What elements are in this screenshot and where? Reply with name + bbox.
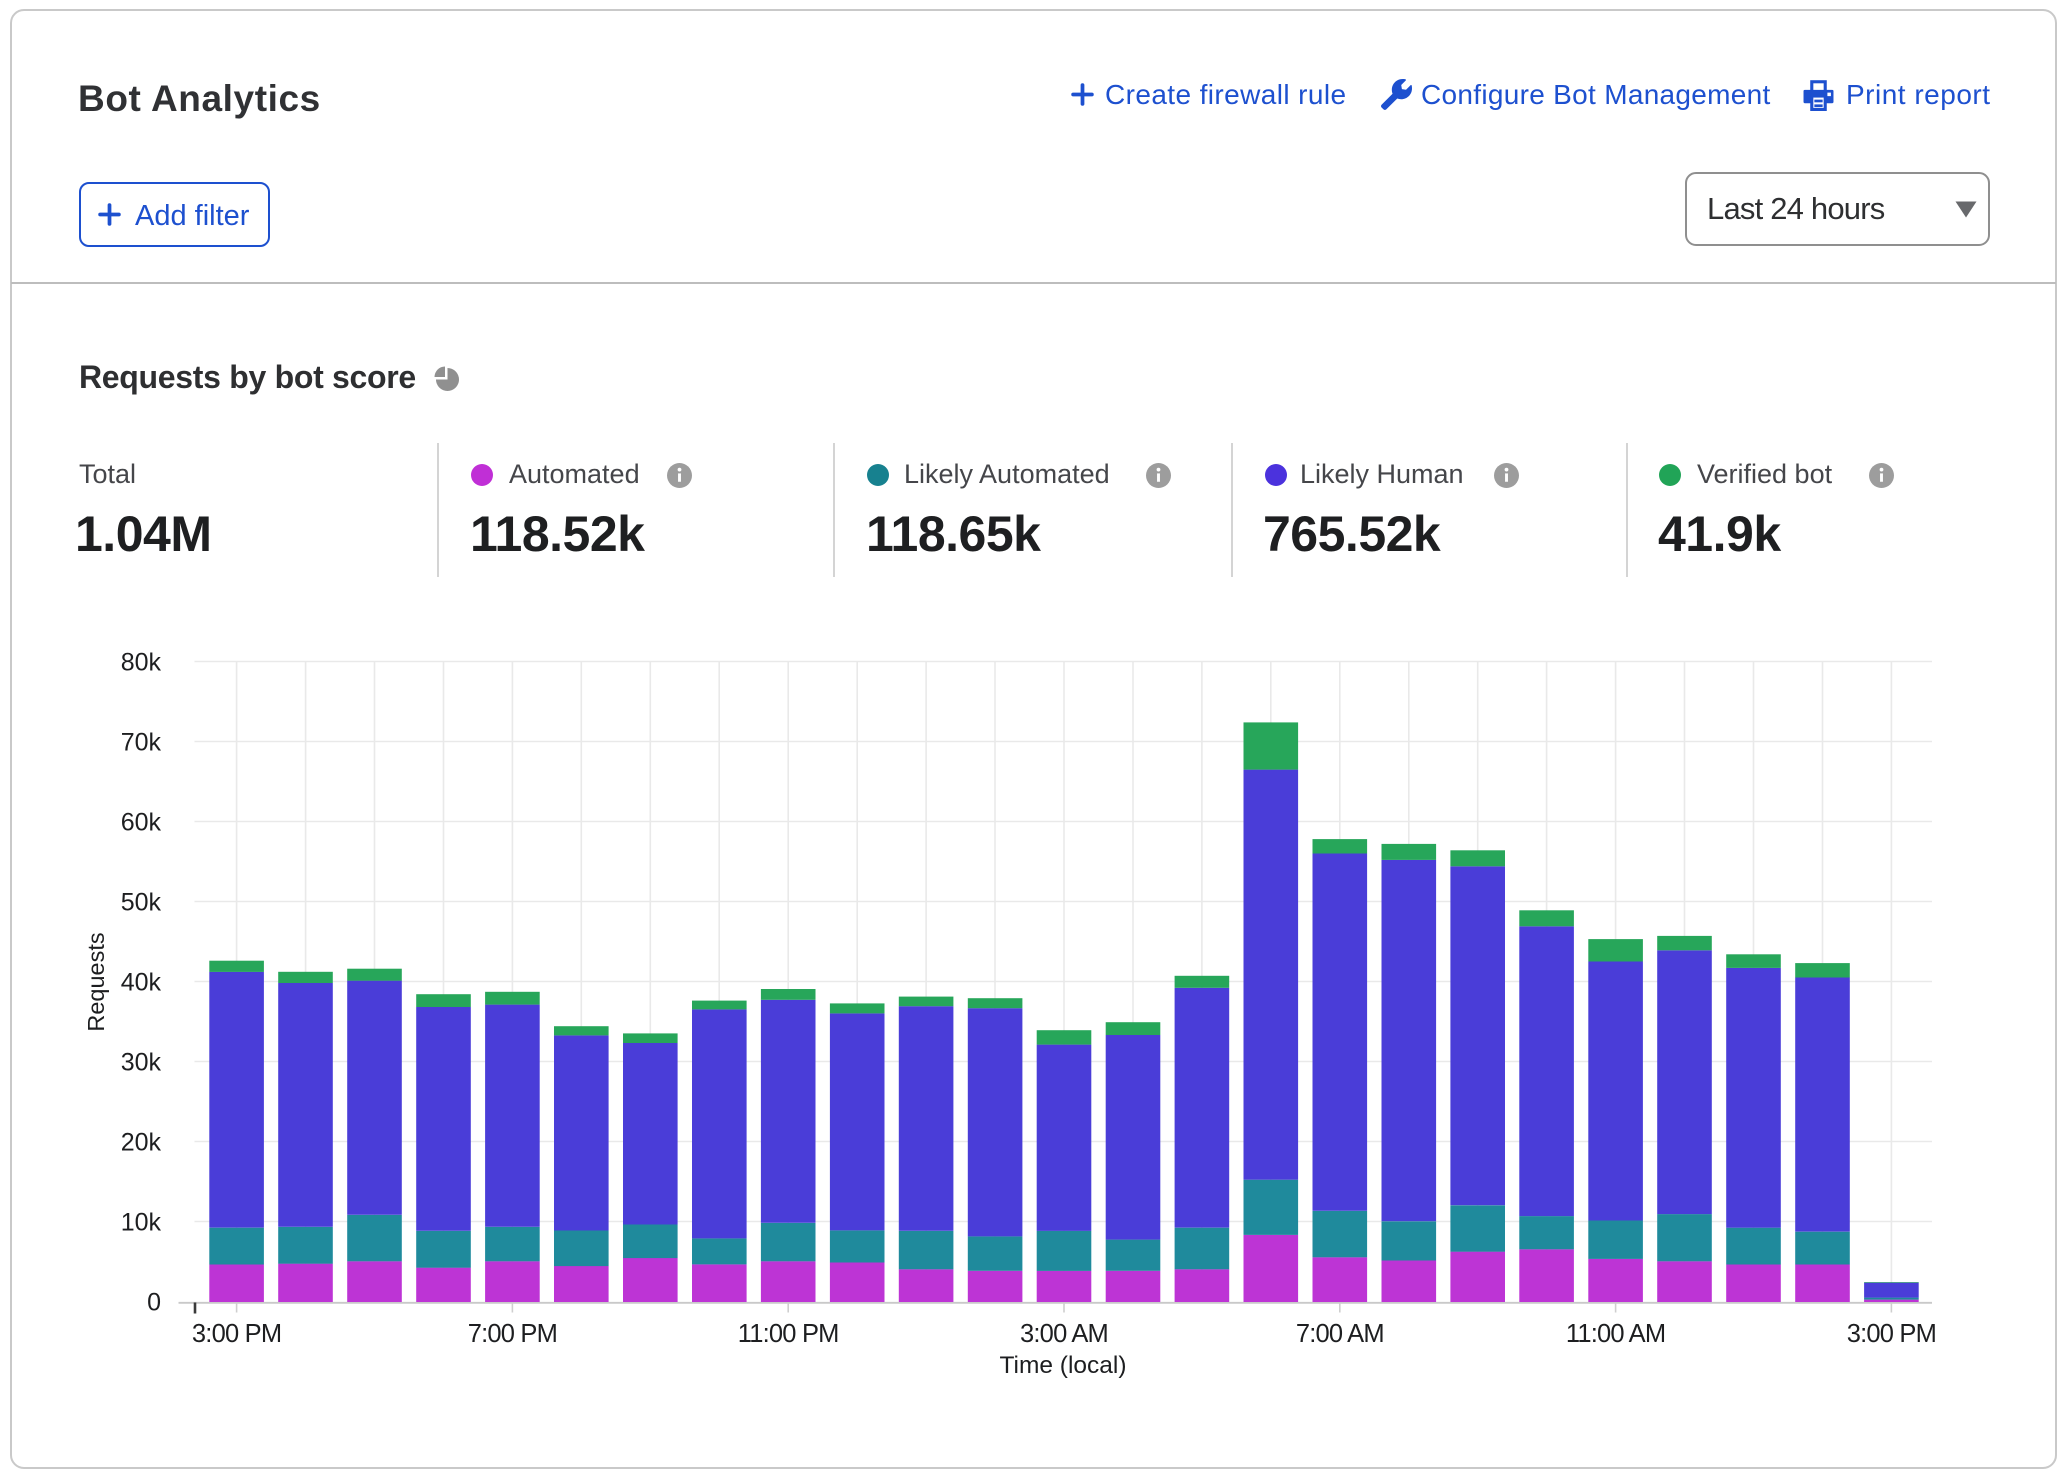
svg-text:3:00 PM: 3:00 PM — [1847, 1320, 1936, 1348]
svg-text:11:00 PM: 11:00 PM — [738, 1320, 839, 1348]
svg-text:40k: 40k — [121, 969, 162, 997]
svg-text:50k: 50k — [121, 889, 162, 917]
svg-text:80k: 80k — [121, 649, 162, 677]
svg-text:Time (local): Time (local) — [999, 1352, 1126, 1379]
svg-text:0: 0 — [147, 1289, 161, 1317]
svg-text:7:00 AM: 7:00 AM — [1296, 1320, 1384, 1348]
svg-text:3:00 AM: 3:00 AM — [1020, 1320, 1108, 1348]
svg-text:60k: 60k — [121, 809, 162, 837]
svg-text:30k: 30k — [121, 1049, 162, 1077]
svg-text:20k: 20k — [121, 1129, 162, 1157]
svg-text:7:00 PM: 7:00 PM — [468, 1320, 557, 1348]
svg-text:11:00 AM: 11:00 AM — [1566, 1320, 1665, 1348]
svg-text:Requests: Requests — [83, 932, 109, 1031]
svg-text:70k: 70k — [121, 729, 162, 757]
svg-text:10k: 10k — [121, 1209, 162, 1237]
svg-text:3:00 PM: 3:00 PM — [192, 1320, 281, 1348]
